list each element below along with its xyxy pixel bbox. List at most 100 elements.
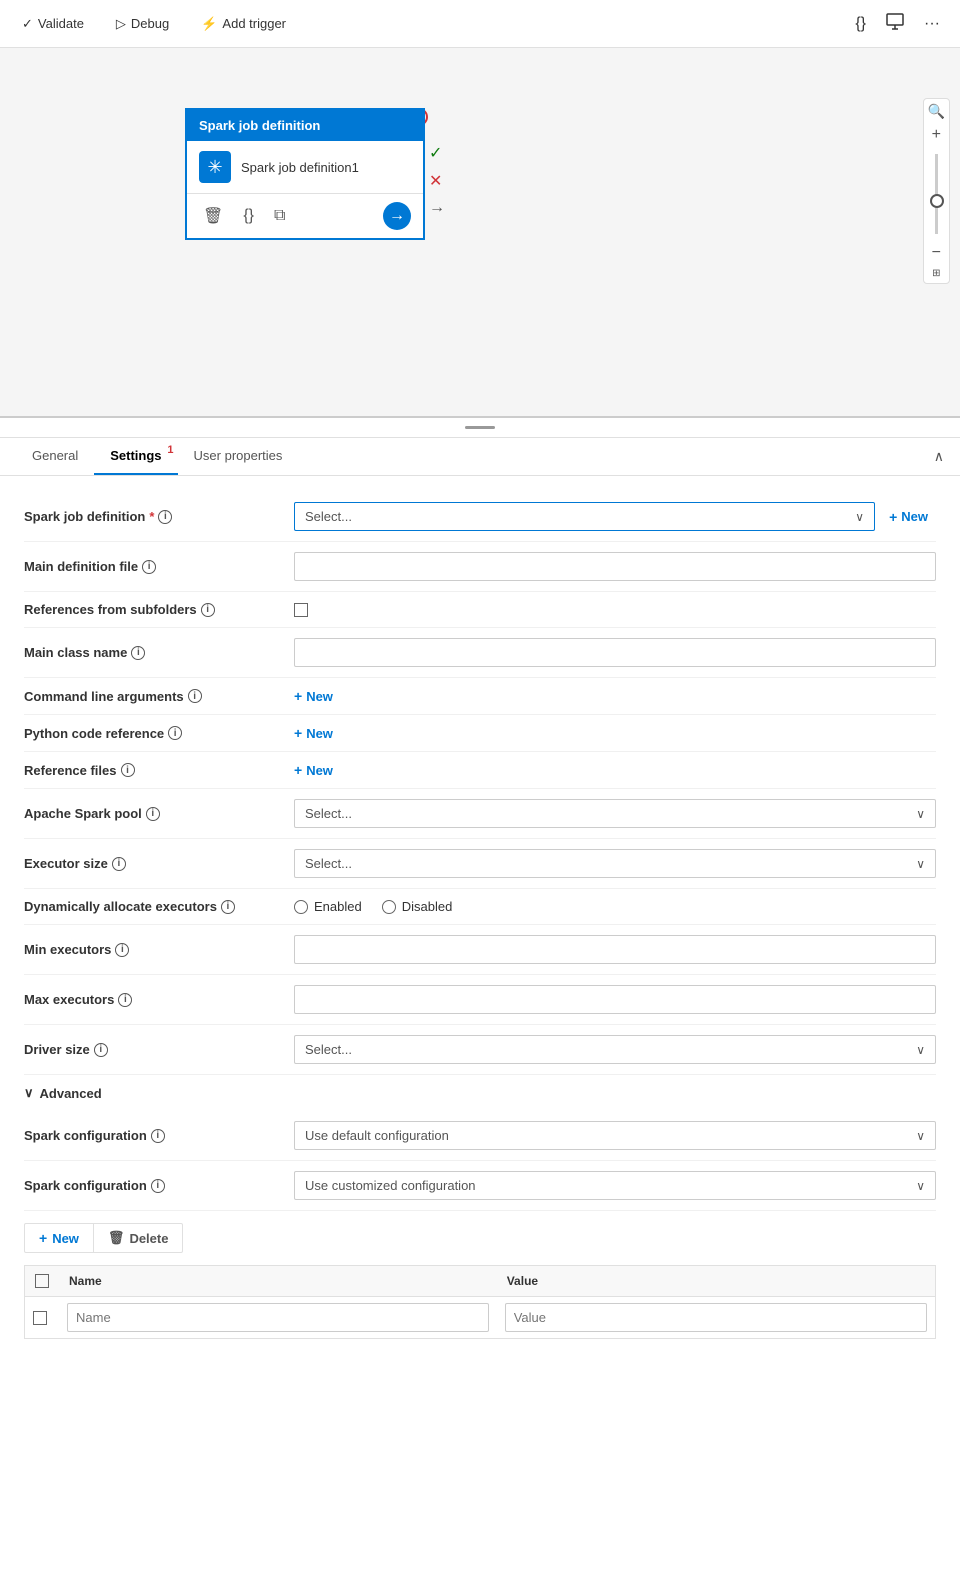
advanced-header[interactable]: ∨ Advanced <box>24 1075 936 1111</box>
spark-node-name: Spark job definition1 <box>241 160 359 175</box>
refs-subfolders-checkbox[interactable] <box>294 603 308 617</box>
canvas-search-button[interactable]: 🔍 <box>928 103 945 120</box>
zoom-out-button[interactable]: − <box>928 242 945 264</box>
max-executors-input[interactable] <box>294 985 936 1014</box>
python-code-ref-control: + New <box>294 725 936 741</box>
node-badges: ✓ ✕ → <box>429 143 445 217</box>
spark-config2-row: Spark configuration i Use customized con… <box>24 1161 936 1211</box>
json-node-button[interactable]: {} <box>239 205 258 227</box>
spark-job-def-select-text: Select... <box>305 509 352 524</box>
spark-config1-row: Spark configuration i Use default config… <box>24 1111 936 1161</box>
value-input[interactable] <box>505 1303 927 1332</box>
cmd-line-args-row: Command line arguments i + New <box>24 678 936 715</box>
table-new-button[interactable]: + New <box>25 1224 93 1252</box>
chevron-down-icon: ∨ <box>916 1129 925 1143</box>
main-def-file-label: Main definition file i <box>24 559 284 574</box>
spark-job-def-new-button[interactable]: + New <box>881 509 936 525</box>
apache-spark-pool-select[interactable]: Select... ∨ <box>294 799 936 828</box>
main-toolbar: ✓ Validate ▷ Debug ⚡ Add trigger {} ··· <box>0 0 960 48</box>
main-class-name-input[interactable] <box>294 638 936 667</box>
spark-job-def-info[interactable]: i <box>158 510 172 524</box>
python-code-ref-new-button[interactable]: + New <box>294 725 333 741</box>
enabled-radio-btn[interactable] <box>294 900 308 914</box>
min-executors-info[interactable]: i <box>115 943 129 957</box>
tab-user-properties[interactable]: User properties <box>178 438 299 475</box>
select-all-checkbox[interactable] <box>35 1274 49 1288</box>
add-trigger-button[interactable]: ⚡ Add trigger <box>195 12 292 36</box>
driver-size-select[interactable]: Select... ∨ <box>294 1035 936 1064</box>
zoom-slider-thumb[interactable] <box>930 194 944 208</box>
plus-icon: + <box>294 688 302 704</box>
disabled-radio[interactable]: Disabled <box>382 899 453 914</box>
cmd-line-args-new-button[interactable]: + New <box>294 688 333 704</box>
clone-node-button[interactable]: ⧉ <box>270 205 289 227</box>
check-badge[interactable]: ✓ <box>429 143 445 163</box>
debug-icon: ▷ <box>116 16 126 32</box>
json-button[interactable]: {} <box>851 11 870 37</box>
delete-node-button[interactable]: 🗑 <box>199 204 227 228</box>
collapse-bar[interactable] <box>0 418 960 438</box>
settings-panel: Spark job definition * i Select... ∨ + N… <box>0 476 960 1355</box>
debug-button[interactable]: ▷ Debug <box>110 12 175 36</box>
plus-icon: + <box>39 1230 47 1246</box>
spark-config1-info[interactable]: i <box>151 1129 165 1143</box>
main-def-file-input[interactable] <box>294 552 936 581</box>
ref-files-control: + New <box>294 762 936 778</box>
monitor-button[interactable] <box>882 8 908 39</box>
main-class-name-info[interactable]: i <box>131 646 145 660</box>
disabled-radio-btn[interactable] <box>382 900 396 914</box>
x-badge[interactable]: ✕ <box>429 171 445 191</box>
ref-files-info[interactable]: i <box>121 763 135 777</box>
dynamic-allocate-row: Dynamically allocate executors i Enabled… <box>24 889 936 925</box>
row-checkbox[interactable] <box>33 1311 47 1325</box>
collapse-dash <box>465 426 495 429</box>
tab-general[interactable]: General <box>16 438 94 475</box>
executor-size-label: Executor size i <box>24 856 284 871</box>
refs-subfolders-row: References from subfolders i <box>24 592 936 628</box>
spark-node-header: Spark job definition <box>187 110 423 141</box>
executor-size-info[interactable]: i <box>112 857 126 871</box>
main-class-name-row: Main class name i <box>24 628 936 678</box>
main-def-file-info[interactable]: i <box>142 560 156 574</box>
spark-node[interactable]: Spark job definition ✳ Spark job definit… <box>185 108 425 240</box>
more-options-button[interactable]: ··· <box>920 11 944 37</box>
driver-size-info[interactable]: i <box>94 1043 108 1057</box>
ref-files-label: Reference files i <box>24 763 284 778</box>
executor-size-select[interactable]: Select... ∨ <box>294 849 936 878</box>
spark-icon: ✳ <box>199 151 231 183</box>
cmd-line-args-info[interactable]: i <box>188 689 202 703</box>
collapse-panel-button[interactable]: ∧ <box>934 448 944 465</box>
zoom-in-button[interactable]: + <box>928 124 945 146</box>
table-delete-button[interactable]: 🗑 Delete <box>93 1224 183 1252</box>
spark-node-body: ✳ Spark job definition1 <box>187 141 423 194</box>
arrow-badge[interactable]: → <box>429 199 445 217</box>
header-checkbox-col <box>25 1266 60 1297</box>
validate-label: Validate <box>38 16 84 31</box>
enabled-radio[interactable]: Enabled <box>294 899 362 914</box>
spark-job-def-select[interactable]: Select... ∨ <box>294 502 875 531</box>
apache-spark-pool-control: Select... ∨ <box>294 799 936 828</box>
fit-icon: ⊞ <box>932 268 940 279</box>
max-executors-label: Max executors i <box>24 992 284 1007</box>
validate-button[interactable]: ✓ Validate <box>16 12 90 36</box>
spark-config2-select[interactable]: Use customized configuration ∨ <box>294 1171 936 1200</box>
spark-config2-info[interactable]: i <box>151 1179 165 1193</box>
max-executors-info[interactable]: i <box>118 993 132 1007</box>
ref-files-new-button[interactable]: + New <box>294 762 333 778</box>
settings-badge: 1 <box>167 444 173 456</box>
spark-config1-select[interactable]: Use default configuration ∨ <box>294 1121 936 1150</box>
zoom-slider-track <box>935 154 938 234</box>
spark-config2-control: Use customized configuration ∨ <box>294 1171 936 1200</box>
executor-size-control: Select... ∨ <box>294 849 936 878</box>
refs-subfolders-info[interactable]: i <box>201 603 215 617</box>
min-executors-input[interactable] <box>294 935 936 964</box>
tab-settings[interactable]: Settings 1 <box>94 438 177 475</box>
python-code-ref-info[interactable]: i <box>168 726 182 740</box>
config-table-head: Name Value <box>25 1266 936 1297</box>
min-executors-control <box>294 935 936 964</box>
name-input[interactable] <box>67 1303 489 1332</box>
dynamic-allocate-info[interactable]: i <box>221 900 235 914</box>
apache-spark-pool-info[interactable]: i <box>146 807 160 821</box>
navigate-node-button[interactable]: → <box>383 202 411 230</box>
chevron-down-icon: ∨ <box>916 857 925 871</box>
